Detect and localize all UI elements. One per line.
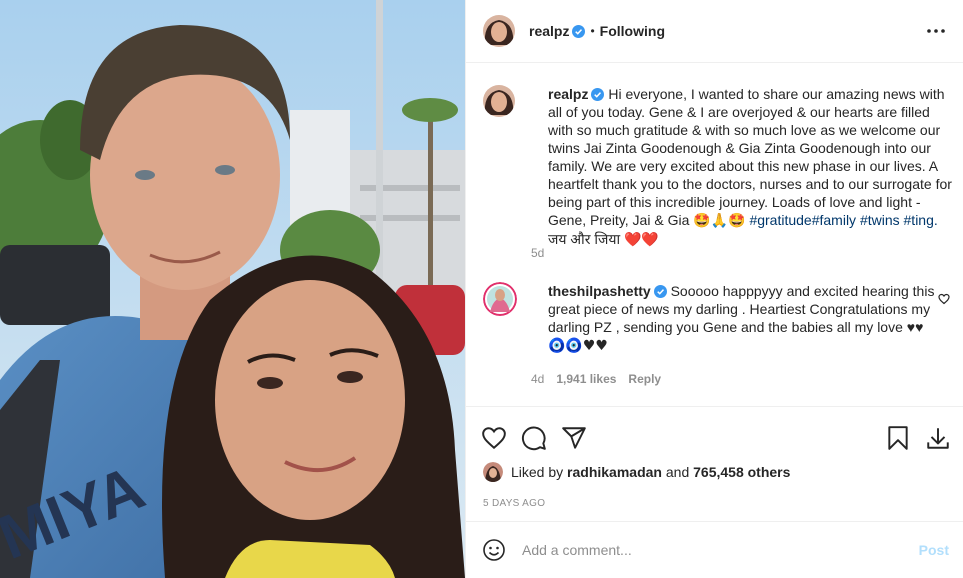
comment-likes[interactable]: 1,941 likes <box>556 372 616 386</box>
comment-input[interactable] <box>522 542 902 558</box>
more-options-icon[interactable] <box>926 22 946 40</box>
comments-list[interactable]: realpz Hi everyone, I wanted to share ou… <box>466 64 963 406</box>
heart-icon[interactable] <box>481 425 507 451</box>
username[interactable]: realpz <box>529 23 569 39</box>
share-icon[interactable] <box>561 425 587 451</box>
comment-timestamp[interactable]: 4d <box>531 372 544 386</box>
post-photo[interactable]: MIYA <box>0 0 465 578</box>
caption-hearts: ❤️❤️ <box>624 232 659 248</box>
caption-hashtags[interactable]: #gratitude#family #twins #ting. <box>749 212 937 228</box>
following-button[interactable]: Following <box>600 23 665 39</box>
comment-item: theshilpashetty Sooooo happpyyy and exci… <box>483 282 953 355</box>
avatar[interactable] <box>483 15 515 47</box>
download-icon[interactable] <box>925 425 951 451</box>
bookmark-icon[interactable] <box>885 425 911 451</box>
post-comment-button[interactable]: Post <box>919 542 949 558</box>
separator-dot: • <box>590 24 595 38</box>
comment-icon[interactable] <box>521 425 547 451</box>
comment-like-icon[interactable] <box>938 293 950 305</box>
caption-hindi: जय और जिया <box>548 231 621 247</box>
likes-summary: Liked by radhikamadan and 765,458 others <box>483 462 790 482</box>
likes-count[interactable]: 765,458 others <box>693 464 790 480</box>
commenter-avatar[interactable] <box>483 282 517 316</box>
caption-body: Hi everyone, I wanted to share our amazi… <box>548 86 952 228</box>
verified-badge-icon <box>653 285 667 298</box>
comment-text: theshilpashetty Sooooo happpyyy and exci… <box>548 282 938 355</box>
commenter-username[interactable]: theshilpashetty <box>548 283 651 299</box>
comment-reply-button[interactable]: Reply <box>628 372 661 386</box>
liker-username[interactable]: radhikamadan <box>567 464 662 480</box>
caption: realpz Hi everyone, I wanted to share ou… <box>483 85 953 249</box>
liked-by-conj: and <box>665 464 690 480</box>
caption-emojis: 🤩🙏🤩 <box>693 213 746 229</box>
verified-badge-icon <box>591 88 605 101</box>
emoji-icon[interactable] <box>482 538 506 562</box>
comment-emojis: 🧿🧿♥♥ <box>548 338 608 354</box>
caption-text: realpz Hi everyone, I wanted to share ou… <box>548 85 953 249</box>
post-side-panel: realpz • Following realpz Hi everyone, I… <box>465 0 963 578</box>
add-comment-bar: Post <box>466 521 963 578</box>
comment-meta: 4d 1,941 likes Reply <box>531 372 661 386</box>
avatar[interactable] <box>483 85 515 117</box>
action-bar <box>466 406 963 466</box>
caption-username[interactable]: realpz <box>548 86 588 102</box>
selfie-image: MIYA <box>0 0 465 578</box>
post-date[interactable]: 5 DAYS AGO <box>483 498 545 509</box>
liked-by-prefix: Liked by <box>511 464 564 480</box>
caption-timestamp[interactable]: 5d <box>531 246 544 260</box>
instagram-post-modal: MIYA realpz • Following realpz Hi everyo… <box>0 0 963 578</box>
liker-avatar[interactable] <box>483 462 503 482</box>
post-header: realpz • Following <box>466 0 963 63</box>
verified-badge-icon <box>572 24 586 38</box>
